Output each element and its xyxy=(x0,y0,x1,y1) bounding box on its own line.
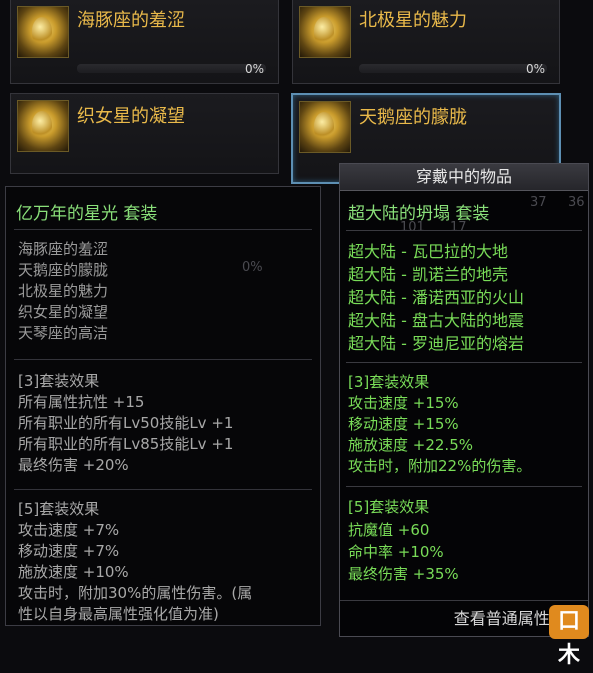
effect-line: 攻击时，附加30%的属性伤害。(属 xyxy=(18,584,253,602)
effect-line: 移动速度 +15% xyxy=(348,415,459,433)
background-percent: 0% xyxy=(242,260,263,275)
set-member: 海豚座的羞涩 xyxy=(18,240,109,258)
set-member: 超大陆 - 盘古大陆的地震 xyxy=(348,311,524,330)
slot-polaris[interactable]: 北极星的魅力 0% xyxy=(292,0,560,84)
set-member: 超大陆 - 凯诺兰的地壳 xyxy=(348,265,508,284)
background-number: 17 xyxy=(450,220,467,235)
effect-header: [3]套装效果 xyxy=(18,372,100,390)
effect-line: 所有职业的所有Lv85技能Lv +1 xyxy=(18,435,234,453)
effect-line: 所有职业的所有Lv50技能Lv +1 xyxy=(18,414,234,432)
divider xyxy=(14,359,312,360)
effect-line: 施放速度 +10% xyxy=(18,563,129,581)
progress-percent: 0% xyxy=(525,62,545,76)
divider xyxy=(346,230,582,231)
divider xyxy=(346,486,582,487)
set-member: 北极星的魅力 xyxy=(18,282,109,300)
effect-line: 最终伤害 +35% xyxy=(348,565,459,583)
effect-header: [3]套装效果 xyxy=(348,373,430,391)
effect-line: 所有属性抗性 +15 xyxy=(18,393,145,411)
slot-name: 织女星的凝望 xyxy=(77,106,185,127)
effect-line: 施放速度 +22.5% xyxy=(348,436,473,454)
set-title: 亿万年的星光 套装 xyxy=(16,204,158,224)
effect-line: 攻击速度 +15% xyxy=(348,394,459,412)
set-tooltip-starlight: 亿万年的星光 套装 海豚座的羞涩 天鹅座的朦胧 北极星的魅力 织女星的凝望 天琴… xyxy=(5,186,321,626)
effect-line: 抗魔值 +60 xyxy=(348,521,430,539)
slot-vega[interactable]: 织女星的凝望 xyxy=(10,93,279,174)
background-number: 37 xyxy=(530,195,547,210)
effect-line: 移动速度 +7% xyxy=(18,542,120,560)
divider xyxy=(14,489,312,490)
set-member: 超大陆 - 瓦巴拉的大地 xyxy=(348,242,508,261)
tooltip-header: 穿戴中的物品 xyxy=(340,164,588,191)
effect-line: 最终伤害 +20% xyxy=(18,456,129,474)
set-member: 超大陆 - 潘诺西亚的火山 xyxy=(348,288,524,307)
set-member: 织女星的凝望 xyxy=(18,303,109,321)
effect-line: 性以自身最高属性强化值为准) xyxy=(18,605,219,623)
divider xyxy=(346,362,582,363)
equipped-item-tooltip: 穿戴中的物品 超大陆的坍塌 套装 37 36 101 17 超大陆 - 瓦巴拉的… xyxy=(339,163,589,637)
constellation-item-icon xyxy=(17,6,69,58)
background-number: 36 xyxy=(568,195,585,210)
set-member: 天鹅座的朦胧 xyxy=(18,261,109,279)
progress-bar xyxy=(359,64,547,73)
slot-name: 天鹅座的朦胧 xyxy=(359,107,467,128)
constellation-item-icon xyxy=(299,6,351,58)
background-number: 101 xyxy=(400,220,425,235)
set-member: 超大陆 - 罗迪尼亚的熔岩 xyxy=(348,334,524,353)
effect-line: 攻击速度 +7% xyxy=(18,521,120,539)
slot-name: 北极星的魅力 xyxy=(359,10,467,31)
constellation-item-icon xyxy=(17,100,69,152)
effect-line: 命中率 +10% xyxy=(348,543,444,561)
effect-header: [5]套装效果 xyxy=(348,498,430,516)
slot-dolphin[interactable]: 海豚座的羞涩 0% xyxy=(10,0,279,84)
progress-bar xyxy=(77,64,266,73)
effect-header: [5]套装效果 xyxy=(18,500,100,518)
watermark-badge: 口木 xyxy=(549,605,589,668)
constellation-item-icon xyxy=(299,101,351,153)
divider xyxy=(14,229,312,230)
progress-percent: 0% xyxy=(244,62,264,76)
slot-name: 海豚座的羞涩 xyxy=(77,10,185,31)
effect-line: 攻击时，附加22%的伤害。 xyxy=(348,457,532,475)
set-member: 天琴座的高洁 xyxy=(18,324,109,342)
